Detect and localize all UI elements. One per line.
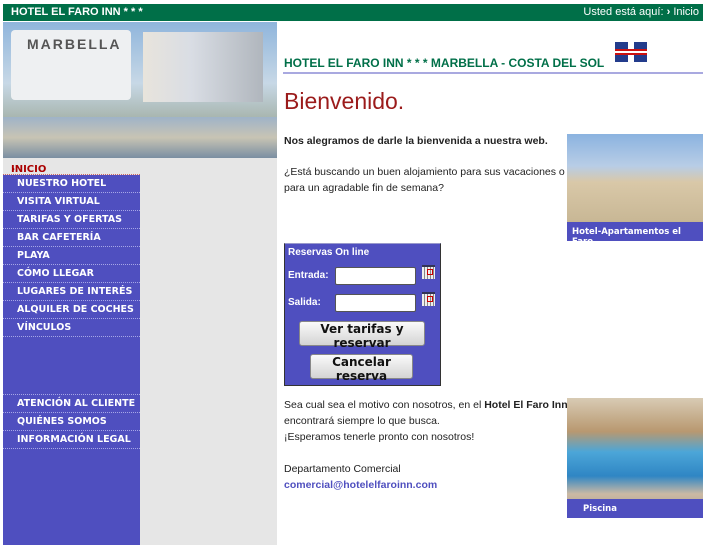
beach-photo xyxy=(3,117,277,158)
email-link[interactable]: comercial@hotelelfaroinn.com xyxy=(284,479,437,491)
search-rates-button[interactable]: Ver tarifas y reservar xyxy=(299,321,425,350)
booking-form: Reservas On line Entrada: Salida: Ver ta… xyxy=(284,243,441,386)
checkin-input[interactable] xyxy=(335,267,416,285)
sidebar-item-inicio[interactable]: › INICIO xyxy=(3,158,140,175)
marbella-sign: MARBELLA xyxy=(11,30,131,100)
sidebar-item-info-legal[interactable]: INFORMACIÓN LEGAL xyxy=(3,431,140,449)
sidebar-item-vinculos[interactable]: VÍNCULOS xyxy=(3,319,140,337)
sidebar-item-alquiler[interactable]: ALQUILER DE COCHES xyxy=(3,301,140,319)
photo-caption: Hotel-Apartamentos el Faro xyxy=(567,222,703,247)
checkin-label: Entrada: xyxy=(288,270,329,281)
sidebar-item-quienes-somos[interactable]: QUIÉNES SOMOS xyxy=(3,413,140,431)
page-title: HOTEL EL FARO INN * * * MARBELLA - COSTA… xyxy=(284,56,605,70)
sidebar-item-lugares[interactable]: LUGARES DE INTERÉS xyxy=(3,283,140,301)
welcome-heading: Bienvenido. xyxy=(284,88,405,114)
hotel-photo[interactable]: Hotel-Apartamentos el Faro xyxy=(567,134,703,247)
pool-photo[interactable]: Piscina xyxy=(567,398,703,518)
sidebar-item-como-llegar[interactable]: CÓMO LLEGAR xyxy=(3,265,140,283)
sidebar-item-tarifas[interactable]: TARIFAS Y OFERTAS xyxy=(3,211,140,229)
checkout-label: Salida: xyxy=(288,297,321,308)
sidebar-item-visita-virtual[interactable]: VISITA VIRTUAL xyxy=(3,193,140,211)
breadcrumb: Usted está aquí: › Inicio xyxy=(583,6,699,18)
checkout-input[interactable] xyxy=(335,294,416,312)
header-banner-image: MARBELLA xyxy=(3,22,277,158)
divider xyxy=(283,72,703,74)
sidebar-item-atencion[interactable]: ATENCIÓN AL CLIENTE xyxy=(3,395,140,413)
photo-caption: Piscina xyxy=(567,499,703,518)
breadcrumb-inicio[interactable]: Inicio xyxy=(673,6,699,18)
top-bar: HOTEL EL FARO INN * * * Usted está aquí:… xyxy=(3,4,703,21)
site-title: HOTEL EL FARO INN * * * xyxy=(11,6,143,18)
sidebar-item-bar-cafeteria[interactable]: BAR CAFETERÍA xyxy=(3,229,140,247)
booking-title: Reservas On line xyxy=(288,247,370,258)
sidebar-menu: NUESTRO HOTEL VISITA VIRTUAL TARIFAS Y O… xyxy=(3,175,140,545)
uk-flag-icon[interactable] xyxy=(615,42,647,62)
calendar-icon[interactable] xyxy=(422,292,435,306)
cancel-booking-button[interactable]: Cancelar reserva xyxy=(310,354,413,383)
calendar-icon[interactable] xyxy=(422,265,435,279)
sidebar-item-nuestro-hotel[interactable]: NUESTRO HOTEL xyxy=(3,175,140,193)
buildings-photo xyxy=(143,32,263,102)
question-text: ¿Está buscando un buen alojamiento para … xyxy=(284,166,565,194)
chevron-right-icon: › xyxy=(666,6,671,18)
sidebar-item-playa[interactable]: PLAYA xyxy=(3,247,140,265)
intro-text: Nos alegramos de darle la bienvenida a n… xyxy=(284,135,548,147)
closing-text: Sea cual sea el motivo con nosotros, en … xyxy=(284,399,571,491)
